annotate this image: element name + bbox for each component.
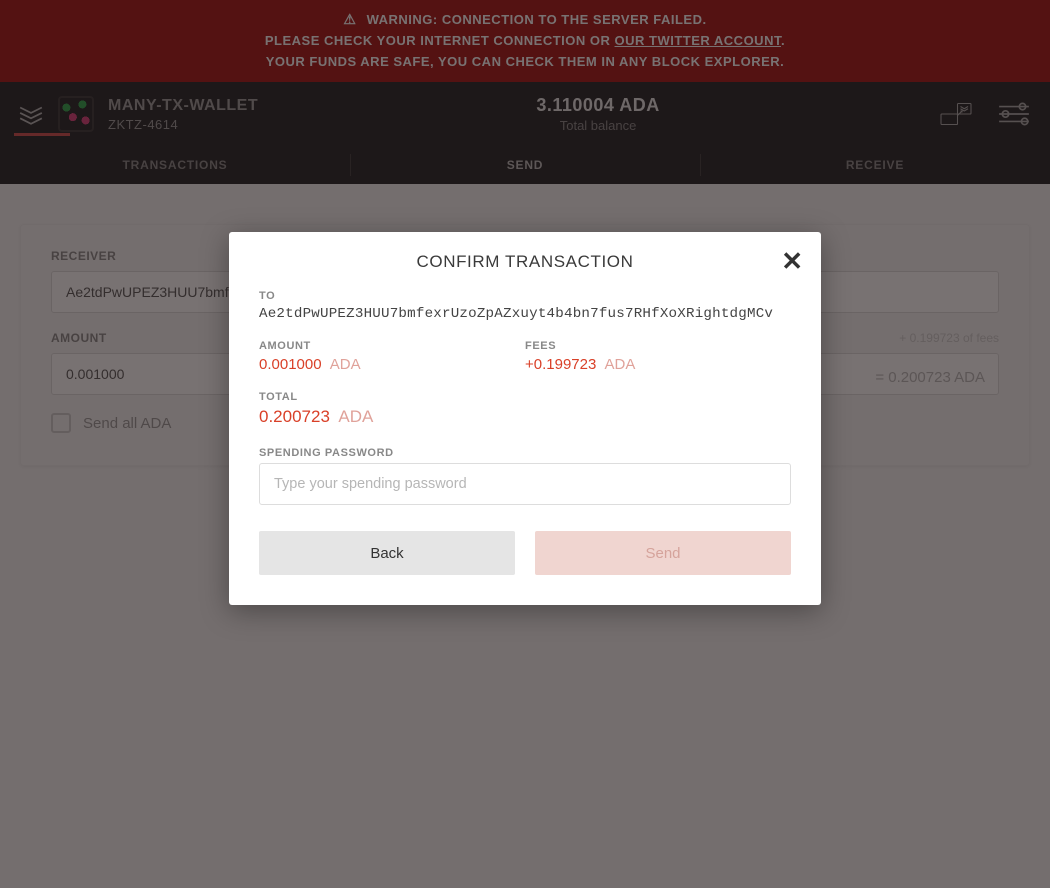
confirm-transaction-modal: CONFIRM TRANSACTION ✕ TO Ae2tdPwUPEZ3HUU…	[229, 232, 821, 605]
close-icon[interactable]: ✕	[781, 248, 803, 274]
modal-title: CONFIRM TRANSACTION	[259, 252, 791, 272]
modal-amount-value: 0.001000	[259, 356, 322, 373]
send-button[interactable]: Send	[535, 531, 791, 575]
to-address: Ae2tdPwUPEZ3HUU7bmfexrUzoZpAZxuyt4b4bn7f…	[259, 306, 791, 322]
modal-fees-value: +0.199723	[525, 356, 596, 373]
modal-total-unit: ADA	[338, 407, 373, 426]
modal-total-label: TOTAL	[259, 391, 791, 403]
back-button[interactable]: Back	[259, 531, 515, 575]
to-label: TO	[259, 290, 791, 302]
modal-amount-unit: ADA	[330, 356, 361, 373]
modal-amount-label: AMOUNT	[259, 340, 525, 352]
modal-total-value: 0.200723	[259, 407, 330, 426]
spending-password-input[interactable]	[259, 463, 791, 505]
modal-fees-label: FEES	[525, 340, 791, 352]
modal-fees-unit: ADA	[605, 356, 636, 373]
password-label: SPENDING PASSWORD	[259, 447, 791, 459]
